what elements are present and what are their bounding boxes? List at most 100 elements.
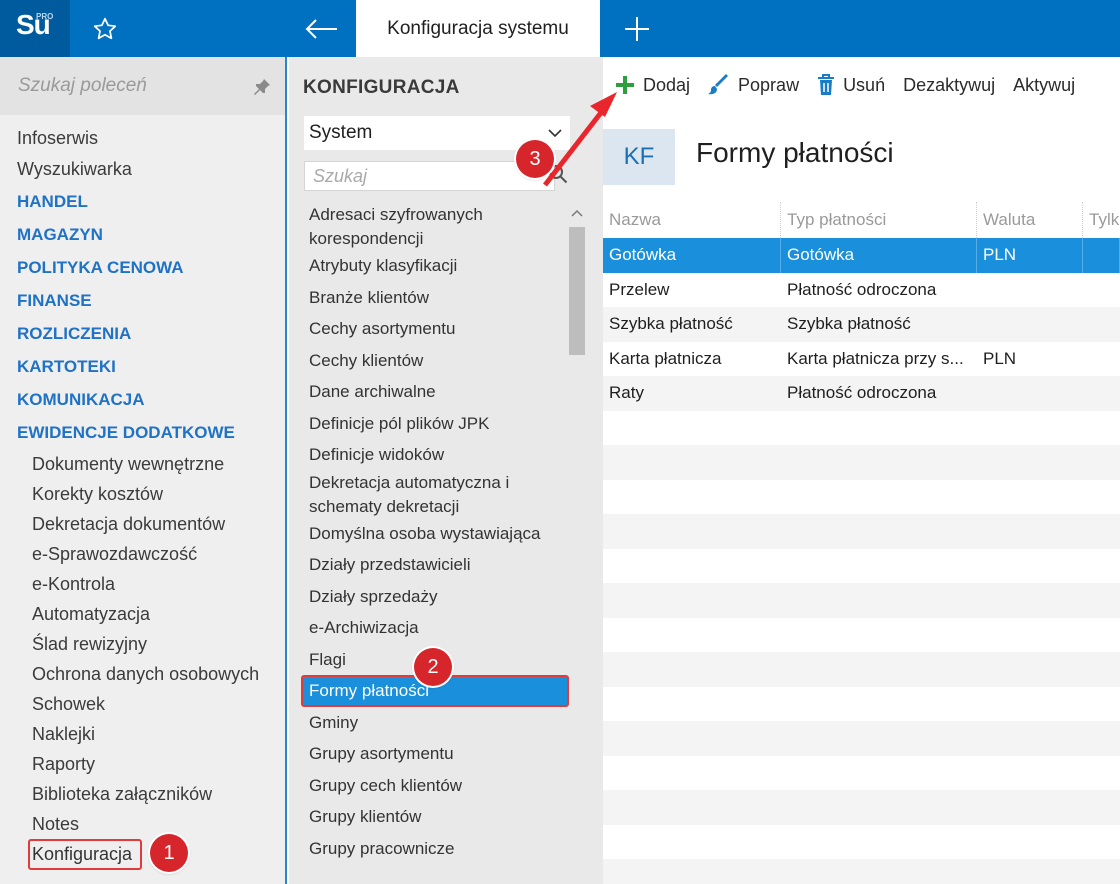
nav-sub-schowek[interactable]: Schowek [0, 689, 285, 719]
nav-sub-ochrona-danych[interactable]: Ochrona danych osobowych [0, 659, 285, 689]
table-cell [977, 273, 1083, 308]
config-item[interactable]: Cechy asortymentu [301, 313, 569, 345]
empty-table-row [603, 514, 1120, 549]
activate-button[interactable]: Aktywuj [1013, 75, 1075, 96]
left-navigation: Szukaj poleceń Infoserwis Wyszukiwarka H… [0, 57, 287, 884]
nav-category-ewidencje-dodatkowe[interactable]: EWIDENCJE DODATKOWE [0, 416, 285, 449]
logo-pro-badge: PRO [36, 12, 54, 21]
nav-category-komunikacja[interactable]: KOMUNIKACJA [0, 383, 285, 416]
config-item[interactable]: Grupy klientów [301, 801, 569, 833]
empty-table-row [603, 755, 1120, 790]
table-row[interactable]: Gotówka Gotówka PLN [603, 238, 1120, 273]
table-cell [977, 376, 1083, 411]
annotation-badge-2: 2 [414, 648, 452, 686]
empty-table-row [603, 617, 1120, 652]
nav-category-magazyn[interactable]: MAGAZYN [0, 218, 285, 251]
back-arrow-icon[interactable] [300, 12, 342, 46]
deactivate-button[interactable]: Dezaktywuj [903, 75, 995, 96]
nav-category-finanse[interactable]: FINANSE [0, 284, 285, 317]
table-cell [977, 307, 1083, 342]
empty-table-row [603, 652, 1120, 687]
config-item[interactable]: Dane archiwalne [301, 376, 569, 408]
scroll-up-chevron-icon[interactable] [568, 205, 586, 221]
config-item[interactable]: Działy sprzedaży [301, 581, 569, 613]
scrollbar-thumb[interactable] [569, 227, 585, 355]
add-button[interactable]: Dodaj [615, 75, 690, 96]
highlight-box [28, 839, 142, 870]
empty-table-row [603, 479, 1120, 514]
table-row[interactable]: Szybka płatność Szybka płatność [603, 307, 1120, 342]
nav-sub-automatyzacja[interactable]: Automatyzacja [0, 599, 285, 629]
config-item[interactable]: Działy przedstawicieli [301, 549, 569, 581]
column-header-tylko[interactable]: Tylk [1083, 202, 1120, 238]
column-header-typ-platnosci[interactable]: Typ płatności [781, 202, 977, 238]
nav-sub-raporty[interactable]: Raporty [0, 749, 285, 779]
table-cell: Karta płatnicza [609, 348, 722, 368]
column-header-waluta[interactable]: Waluta [977, 202, 1083, 238]
tab-konfiguracja-systemu[interactable]: Konfiguracja systemu [356, 0, 600, 57]
nav-item-infoserwis[interactable]: Infoserwis [0, 123, 285, 154]
config-item[interactable]: Domyślna osoba wystawiająca [301, 518, 569, 550]
table-cell: Płatność odroczona [787, 279, 937, 299]
favorites-star-icon[interactable] [90, 14, 120, 44]
nav-category-handel[interactable]: HANDEL [0, 185, 285, 218]
edit-button[interactable]: Popraw [708, 74, 799, 96]
config-list: Adresaci szyfrowanych korespondencji Atr… [301, 203, 569, 864]
chevron-down-icon [548, 129, 562, 138]
table-cell: Szybka płatność [787, 314, 911, 333]
table-cell [1083, 238, 1120, 273]
plus-icon [616, 76, 634, 94]
config-list-scrollbar[interactable] [568, 203, 586, 884]
config-item[interactable]: Definicje pól plików JPK [301, 408, 569, 440]
nav-sub-e-sprawozdawczosc[interactable]: e-Sprawozdawczość [0, 539, 285, 569]
config-item[interactable]: Adresaci szyfrowanych korespondencji [301, 203, 569, 250]
nav-sub-slad-rewizyjny[interactable]: Ślad rewizyjny [0, 629, 285, 659]
pin-icon[interactable] [252, 77, 272, 102]
nav-sub-naklejki[interactable]: Naklejki [0, 719, 285, 749]
command-search-input[interactable]: Szukaj poleceń [0, 57, 285, 115]
config-item[interactable]: Atrybuty klasyfikacji [301, 250, 569, 282]
nav-category-kartoteki[interactable]: KARTOTEKI [0, 350, 285, 383]
empty-table-row [603, 548, 1120, 583]
table-cell: Karta płatnicza przy s... [787, 348, 964, 368]
nav-sub-e-kontrola[interactable]: e-Kontrola [0, 569, 285, 599]
table-cell: Szybka płatność [609, 314, 733, 333]
new-tab-plus-icon[interactable] [620, 12, 654, 46]
empty-table-row [603, 790, 1120, 825]
config-item[interactable]: Cechy klientów [301, 345, 569, 377]
table-row[interactable]: Przelew Płatność odroczona [603, 272, 1120, 308]
config-item[interactable]: Gminy [301, 707, 569, 739]
config-item[interactable]: Grupy asortymentu [301, 738, 569, 770]
empty-table-row [603, 721, 1120, 756]
nav-category-rozliczenia[interactable]: ROZLICZENIA [0, 317, 285, 350]
page-title: Formy płatności [696, 137, 894, 168]
toolbar: Dodaj Popraw Usuń Dezaktywuj Aktywuj [603, 69, 1093, 101]
empty-table-row [603, 410, 1120, 445]
config-item[interactable]: Branże klientów [301, 282, 569, 314]
config-item[interactable]: Dekretacja automatyczna i schematy dekre… [301, 471, 569, 518]
table-row[interactable]: Raty Płatność odroczona [603, 376, 1120, 411]
nav-sub-konfiguracja[interactable]: Konfiguracja [0, 839, 285, 870]
empty-table-row [603, 859, 1120, 884]
nav-category-polityka-cenowa[interactable]: POLITYKA CENOWA [0, 251, 285, 284]
nav-sub-korekty-kosztow[interactable]: Korekty kosztów [0, 479, 285, 509]
empty-table-row [603, 445, 1120, 480]
nav-item-wyszukiwarka[interactable]: Wyszukiwarka [0, 154, 285, 185]
nav-sub-dokumenty-wewnetrzne[interactable]: Dokumenty wewnętrzne [0, 449, 285, 479]
annotation-badge-3: 3 [516, 140, 554, 178]
table-row[interactable]: Karta płatnicza Karta płatnicza przy s..… [603, 341, 1120, 377]
nav-sub-notes[interactable]: Notes [0, 809, 285, 839]
nav-sub-dekretacja-dokumentow[interactable]: Dekretacja dokumentów [0, 509, 285, 539]
config-item[interactable]: Grupy cech klientów [301, 770, 569, 802]
nav-sub-biblioteka-zalacznikow[interactable]: Biblioteka załączników [0, 779, 285, 809]
table-cell [1083, 342, 1120, 377]
empty-table-row [603, 824, 1120, 859]
table-header: Nazwa Typ płatności Waluta Tylk [603, 202, 1120, 238]
column-header-nazwa[interactable]: Nazwa [603, 202, 781, 238]
config-item[interactable]: e-Archiwizacja [301, 612, 569, 644]
app-logo[interactable]: Su PRO [0, 0, 70, 57]
delete-button[interactable]: Usuń [817, 74, 885, 96]
config-item[interactable]: Grupy pracownicze [301, 833, 569, 865]
config-item[interactable]: Definicje widoków [301, 439, 569, 471]
brush-icon [708, 74, 729, 95]
